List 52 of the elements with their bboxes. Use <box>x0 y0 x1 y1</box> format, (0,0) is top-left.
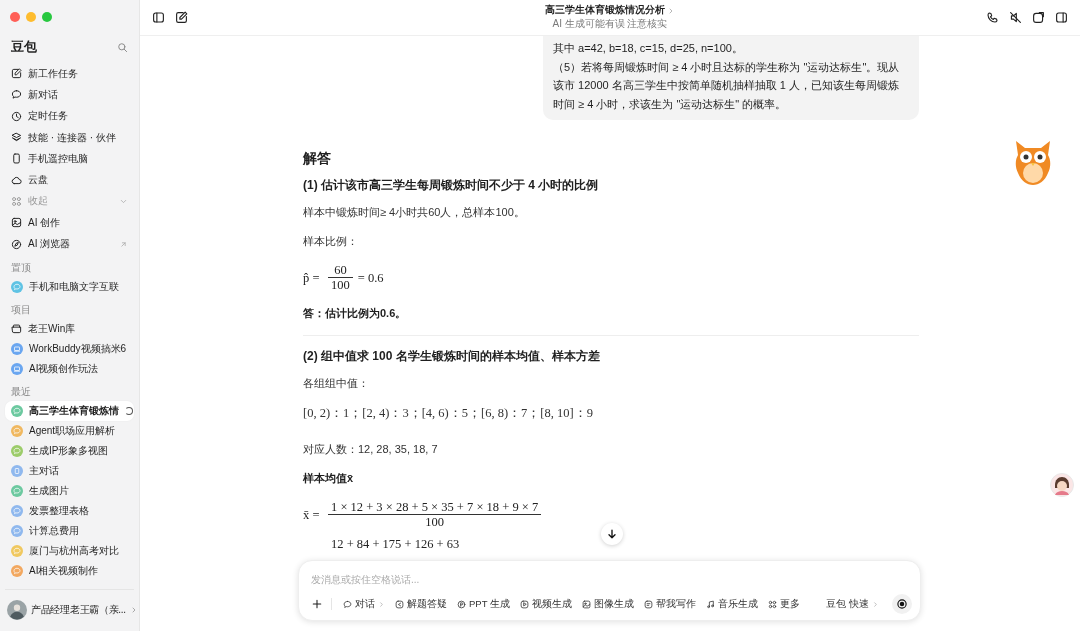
sidebar-item[interactable]: 手机遥控电脑 <box>5 148 134 170</box>
conversation-title[interactable]: 高三学生体育锻炼情况分析 <box>545 4 665 17</box>
conversation-item[interactable]: 老王Win库 <box>5 318 134 339</box>
app-title: 豆包 <box>11 39 37 56</box>
model-selector[interactable]: 豆包 快速 <box>823 595 882 613</box>
conversation-item[interactable]: 发票整理表格 <box>5 500 134 521</box>
sidebar-item[interactable]: 新工作任务 <box>5 63 134 85</box>
section-heading: (2) 组中值求 100 名学生锻炼时间的样本均值、样本方差 <box>303 348 601 365</box>
tool-button[interactable]: 音乐生成 <box>702 595 761 613</box>
conversation-item[interactable]: 手机和电脑文字互联 <box>5 276 134 297</box>
conversation-item[interactable]: AI相关视频制作 <box>5 560 134 581</box>
tool-button[interactable]: 图像生成 <box>578 595 637 613</box>
tool-button[interactable]: 帮我写作 <box>640 595 699 613</box>
conversation-item[interactable]: 计算总费用 <box>5 520 134 541</box>
conversation-item[interactable]: 生成IP形象多视图 <box>5 440 134 461</box>
account-button[interactable]: 产品经理老王霸（亲... <box>5 589 134 629</box>
conversation-item[interactable]: AI视频创作玩法 <box>5 358 134 379</box>
message-input[interactable]: 发消息或按住空格说话... <box>311 574 912 585</box>
conversation-item[interactable]: 高三学生体育锻炼情 <box>5 400 134 421</box>
question-text: 其中 a=42, b=18, c=15, d=25, n=100。 <box>553 41 744 56</box>
tool-button[interactable]: 解题答疑 <box>392 595 450 613</box>
answer-text: 各组组中值： <box>303 376 370 391</box>
conversation-item[interactable]: Agent职场应用解析 <box>5 420 134 441</box>
answer-text: 对应人数：12, 28, 35, 18, 7 <box>303 442 439 457</box>
answer-heading: 解答 <box>303 150 332 168</box>
tool-button[interactable]: 更多 <box>764 595 803 613</box>
answer-text: 答：估计比例为0.6。 <box>303 306 408 321</box>
answer-text: 样本均值x̄ <box>303 471 355 486</box>
sidebar-item[interactable]: 定时任务 <box>5 105 134 127</box>
section-heading: (1) 估计该市高三学生每周锻炼时间不少于 4 小时的比例 <box>303 177 600 194</box>
section-heading: 最近 <box>10 384 32 399</box>
tool-button[interactable]: 视频生成 <box>516 595 575 613</box>
sidebar-item[interactable]: 技能 · 连接器 · 伙伴 <box>5 126 134 149</box>
disclaimer-text: AI 生成可能有误 注意核实 <box>552 17 668 31</box>
sidebar-item[interactable]: 新对话 <box>5 84 134 106</box>
sidebar-item[interactable]: AI 浏览器 <box>5 233 134 255</box>
conversation-item[interactable]: 生成图片 <box>5 480 134 501</box>
conversation-item[interactable]: 厦门与杭州高考对比 <box>5 540 134 561</box>
conversation-item[interactable]: 主对话 <box>5 460 134 481</box>
math-formula: x̄ = 1 × 12 + 3 × 28 + 5 × 35 + 7 × 18 + 9 × 7 100 <box>303 500 542 529</box>
math-formula: 12 + 84 + 175 + 126 + 63 <box>330 537 461 551</box>
answer-text: 样本比例： <box>303 234 359 249</box>
tool-button[interactable]: PPT 生成 <box>454 595 513 613</box>
sidebar-item[interactable]: 云盘 <box>5 169 134 191</box>
section-heading: 项目 <box>10 302 32 317</box>
answer-text: 样本中锻炼时间≥ 4小时共60人，总样本100。 <box>303 205 526 220</box>
sidebar-item[interactable]: AI 创作 <box>5 212 134 234</box>
tool-button[interactable]: 对话 <box>340 595 388 613</box>
question-text: （5）若将每周锻炼时间 ≥ 4 小时且达标的学生称为 "运动达标生"。现从该市 12000 名高三学生中按简单随机抽样抽取 1 人，已知该生每周锻炼时间 ≥ 4 小时，求该生为 "运动达标生" 的概率。 <box>553 59 901 112</box>
conversation-item[interactable]: WorkBuddy视频搞米6 <box>5 338 134 359</box>
section-heading: 置顶 <box>10 260 32 275</box>
math-formula: [0, 2)：1；[2, 4)：3；[4, 6)：5；[6, 8)：7；[8, 10]：9 <box>303 405 594 422</box>
